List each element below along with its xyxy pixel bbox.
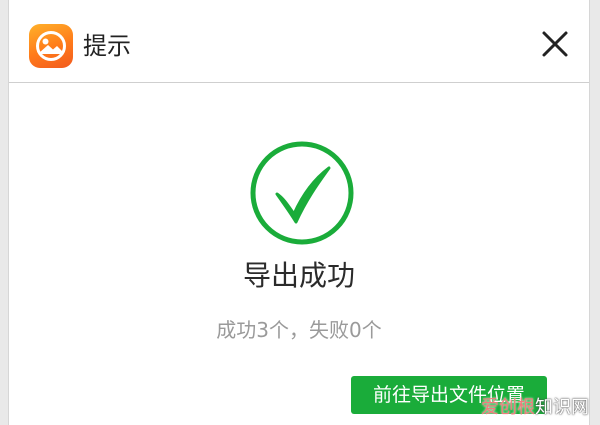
success-message: 导出成功 [242,259,355,292]
dialog-titlebar: 提示 [9,0,589,83]
result-summary: 成功3个，失败0个 [216,318,382,342]
close-icon [542,31,568,57]
checkmark-circle-icon [247,138,357,248]
watermark-part-a: 爱创根 [481,397,535,418]
watermark: 爱创根知识网 [481,396,589,420]
photo-app-icon [29,24,73,68]
close-button[interactable] [537,26,573,62]
watermark-part-b: 知识网 [535,397,589,418]
export-success-dialog: 提示 导出成功 成功3个，失败0个 前往导出文件位置 爱创根知识网 [8,0,590,425]
dialog-title: 提示 [83,32,131,60]
